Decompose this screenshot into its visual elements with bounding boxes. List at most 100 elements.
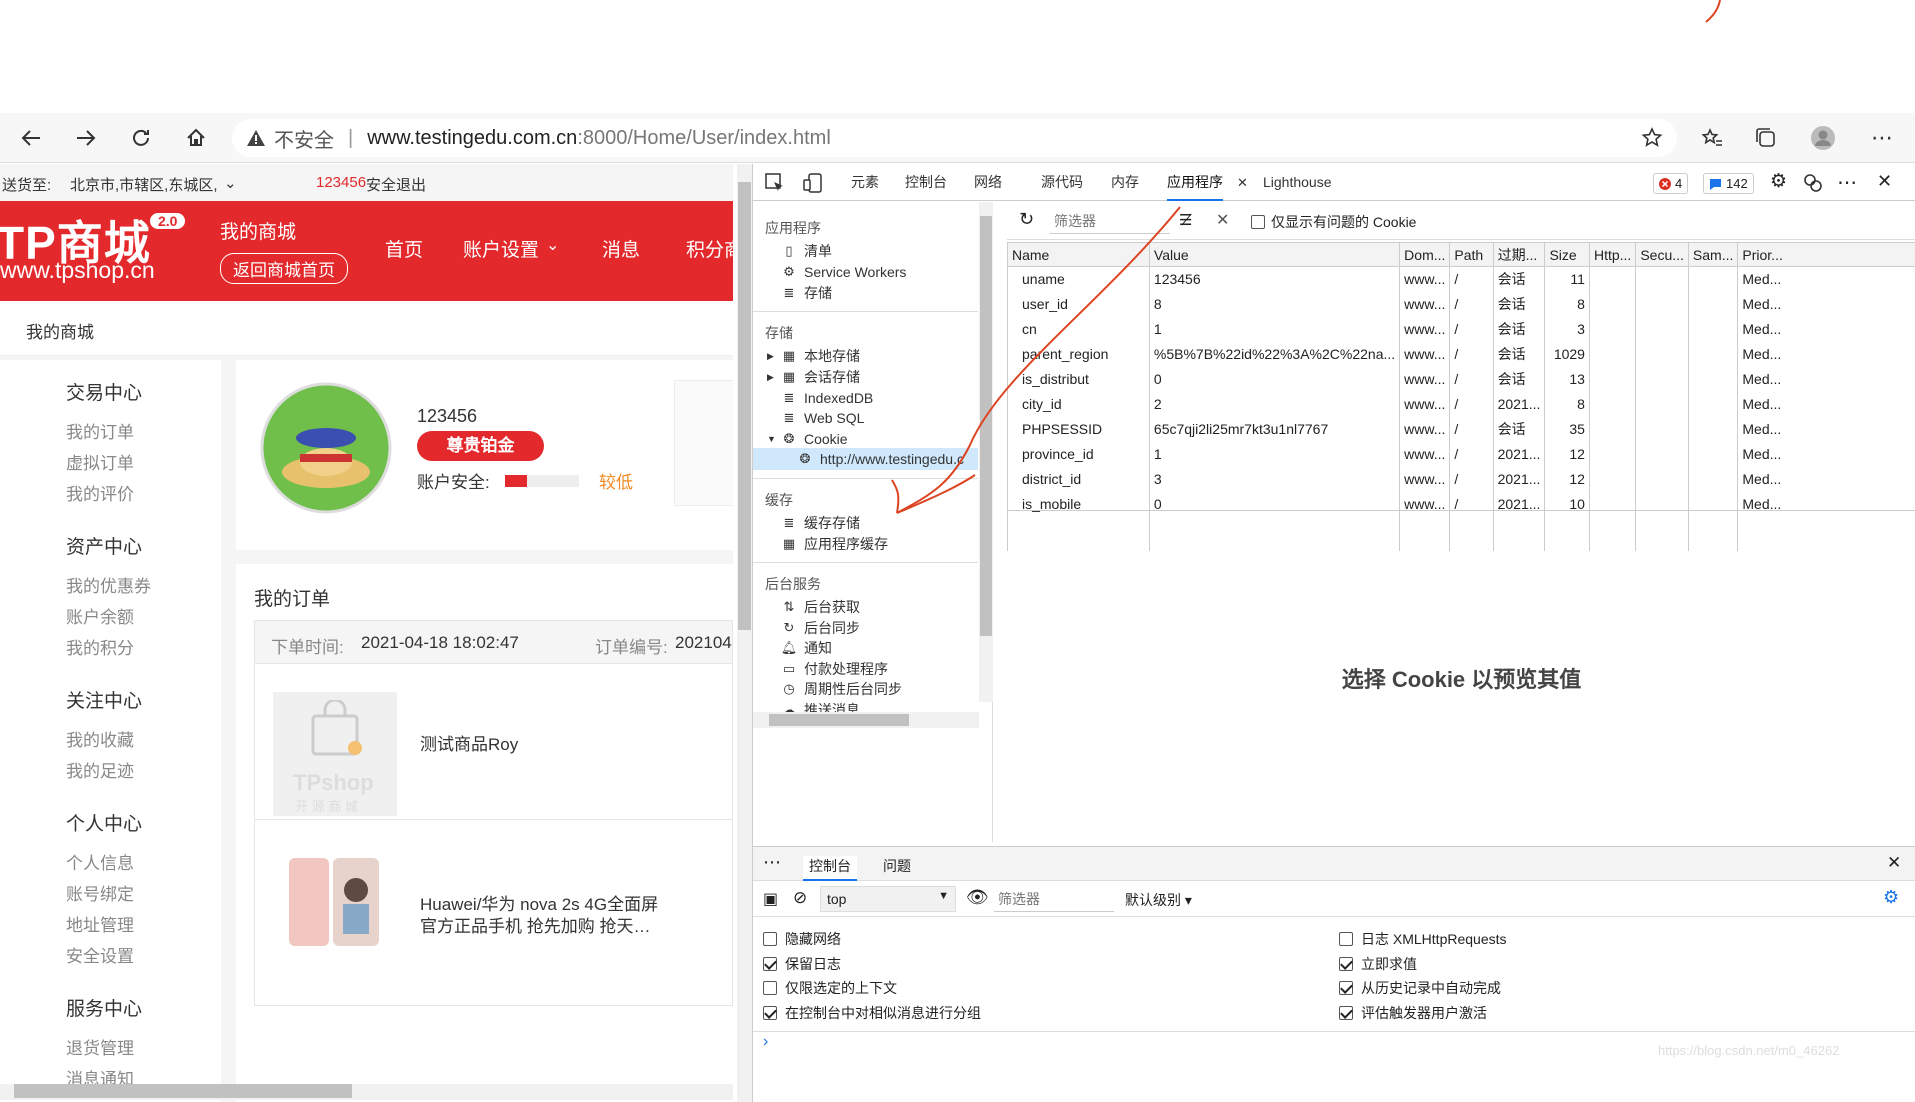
column-header[interactable]: Http... (1588, 242, 1637, 267)
checkbox[interactable] (1339, 1006, 1353, 1020)
tab-memory[interactable]: 内存 (1111, 164, 1139, 201)
option-user-activation[interactable]: 评估触发器用户激活 (1339, 1003, 1487, 1023)
console-filter-input[interactable] (994, 886, 1114, 912)
expand-icon[interactable]: ▶ (767, 351, 781, 362)
checkbox[interactable] (763, 957, 777, 971)
nav-indexeddb[interactable]: ≣ IndexedDB (781, 387, 874, 409)
only-issues-checkbox[interactable] (1251, 213, 1265, 230)
clear-console-icon[interactable]: ⊘ (793, 888, 807, 908)
refresh-icon[interactable]: ↻ (1019, 209, 1034, 230)
menu-item-balance[interactable]: 账户余额 (66, 603, 134, 628)
close-drawer-icon[interactable]: ✕ (1887, 853, 1901, 873)
cookie-row[interactable]: parent_region %5B%7B%22id%22%3A%2C%22na..… (1007, 341, 1915, 367)
checkbox[interactable] (1339, 957, 1353, 971)
menu-item-virtual-orders[interactable]: 虚拟订单 (66, 449, 134, 474)
cookie-row[interactable]: PHPSESSID 65c7qji2li25mr7kt3u1nl7767 www..… (1007, 416, 1915, 442)
order-item[interactable]: Huawei/华为 nova 2s 4G全面屏 官方正品手机 抢先加购 抢天… (254, 820, 733, 1006)
nav-home[interactable]: 首页 (385, 235, 423, 262)
menu-item-points[interactable]: 我的积分 (66, 634, 134, 659)
avatar[interactable] (260, 382, 392, 514)
nav-local-storage[interactable]: ▶ ▦ 本地存储 (767, 345, 860, 367)
collections-icon[interactable] (1750, 122, 1782, 154)
menu-item-returns[interactable]: 退货管理 (66, 1034, 134, 1059)
eye-icon[interactable]: 👁︎ (966, 887, 989, 908)
checkbox[interactable] (763, 932, 777, 946)
message-counter[interactable]: 142 (1703, 173, 1754, 194)
column-header[interactable]: Path (1449, 242, 1494, 267)
sidebar-toggle-icon[interactable]: ▣ (763, 889, 778, 909)
cookie-row[interactable]: district_id 3 www.../2021... 12 Med... (1007, 466, 1915, 492)
logout-link[interactable]: 安全退出 (366, 174, 426, 195)
nav-periodic-sync[interactable]: ◷ 周期性后台同步 (781, 678, 902, 700)
nav-background-fetch[interactable]: ⇅ 后台获取 (781, 596, 860, 618)
back-home-button[interactable]: 返回商城首页 (220, 253, 348, 284)
cookie-row[interactable]: is_distribut 0 www... / 会话 13 Med... (1007, 366, 1915, 392)
nav-service-workers[interactable]: ⚙ Service Workers (781, 261, 906, 283)
close-devtools-icon[interactable]: ✕ (1877, 171, 1892, 192)
home-icon[interactable] (180, 122, 212, 154)
menu-item-account-binding[interactable]: 账号绑定 (66, 880, 134, 905)
page-vertical-scrollbar[interactable] (737, 164, 752, 1102)
profile-avatar-icon[interactable] (1807, 122, 1839, 154)
tab-application[interactable]: 应用程序 (1167, 164, 1223, 201)
column-header[interactable]: Secu... (1635, 242, 1689, 267)
nav-messages[interactable]: 消息 (602, 235, 640, 262)
error-counter[interactable]: 4 (1653, 173, 1689, 194)
site-username[interactable]: 123456 (316, 174, 366, 191)
connect-device-icon[interactable] (1803, 173, 1823, 193)
cookie-row[interactable]: province_id 1 www.../2021... 12 Med... (1007, 441, 1915, 467)
nav-points[interactable]: 积分商 (686, 235, 733, 262)
chevron-down-icon[interactable]: ⌄ (224, 174, 237, 192)
sidebar-horizontal-scrollbar[interactable] (753, 712, 979, 728)
cookie-filter-input[interactable] (1050, 208, 1170, 234)
checkbox[interactable] (763, 1006, 777, 1020)
cookie-row[interactable]: user_id 8 www... / 会话 8 Med... (1007, 291, 1915, 317)
delete-selected-icon[interactable]: ✕ (1216, 210, 1229, 230)
cookie-row[interactable]: city_id 2 www.../2021... 8 Med... (1007, 391, 1915, 417)
column-header[interactable]: Dom... (1399, 242, 1451, 267)
inspect-element-icon[interactable] (765, 173, 785, 193)
menu-item-coupons[interactable]: 我的优惠券 (66, 572, 151, 597)
nav-manifest[interactable]: ▯ 清单 (781, 240, 832, 262)
checkbox[interactable] (1339, 932, 1353, 946)
product-thumbnail[interactable]: TPshop 开 源 商 城 (273, 692, 397, 816)
column-header[interactable]: Sam... (1687, 242, 1739, 267)
nav-account-settings[interactable]: 账户设置 (463, 235, 539, 262)
option-selected-context[interactable]: 仅限选定的上下文 (763, 978, 897, 998)
tab-lighthouse[interactable]: Lighthouse (1263, 164, 1332, 201)
product-name[interactable]: 测试商品Roy (420, 730, 518, 755)
drawer-tab-console[interactable]: 控制台 (803, 856, 857, 881)
option-preserve-log[interactable]: 保留日志 (763, 954, 841, 974)
tab-sources[interactable]: 源代码 (1041, 164, 1083, 201)
favorite-add-icon[interactable] (1636, 122, 1668, 154)
sidebar-vertical-scrollbar[interactable] (979, 202, 993, 702)
option-log-xhr[interactable]: 日志 XMLHttpRequests (1339, 929, 1507, 949)
nav-cache-storage[interactable]: ≣ 缓存存储 (781, 512, 860, 534)
nav-background-sync[interactable]: ↻ 后台同步 (781, 617, 860, 639)
tab-console[interactable]: 控制台 (905, 164, 947, 201)
checkbox[interactable] (1339, 981, 1353, 995)
menu-item-orders[interactable]: 我的订单 (66, 418, 134, 443)
menu-item-security[interactable]: 安全设置 (66, 942, 134, 967)
tab-elements[interactable]: 元素 (851, 164, 879, 201)
product-name-cont[interactable]: 官方正品手机 抢先加购 抢天… (420, 912, 650, 937)
clear-all-icon[interactable]: ☰̸ (1179, 211, 1192, 229)
log-level-select[interactable]: 默认级别 ▾ (1125, 890, 1192, 910)
expand-icon[interactable]: ▶ (767, 372, 781, 383)
console-prompt-icon[interactable]: › (763, 1033, 768, 1051)
menu-item-personal-info[interactable]: 个人信息 (66, 849, 134, 874)
tab-network[interactable]: 网络 (974, 164, 1002, 201)
column-header[interactable]: Name (1007, 242, 1150, 267)
back-icon[interactable] (15, 122, 47, 154)
breadcrumb[interactable]: 我的商城 (26, 318, 94, 343)
page-horizontal-scrollbar[interactable] (0, 1084, 733, 1100)
nav-app-cache[interactable]: ▦ 应用程序缓存 (781, 533, 888, 555)
forward-icon[interactable] (70, 122, 102, 154)
more-options-icon[interactable]: ⋯ (1837, 170, 1857, 195)
checkbox[interactable] (763, 981, 777, 995)
gear-icon[interactable]: ⚙ (1883, 887, 1899, 908)
ship-to-value[interactable]: 北京市,市辖区,东城区, (70, 174, 218, 195)
option-group-similar[interactable]: 在控制台中对相似消息进行分组 (763, 1003, 981, 1023)
order-item[interactable]: TPshop 开 源 商 城 测试商品Roy (254, 664, 733, 820)
cookie-row[interactable]: uname 123456 www... / 会话 11 Med... (1007, 266, 1915, 292)
